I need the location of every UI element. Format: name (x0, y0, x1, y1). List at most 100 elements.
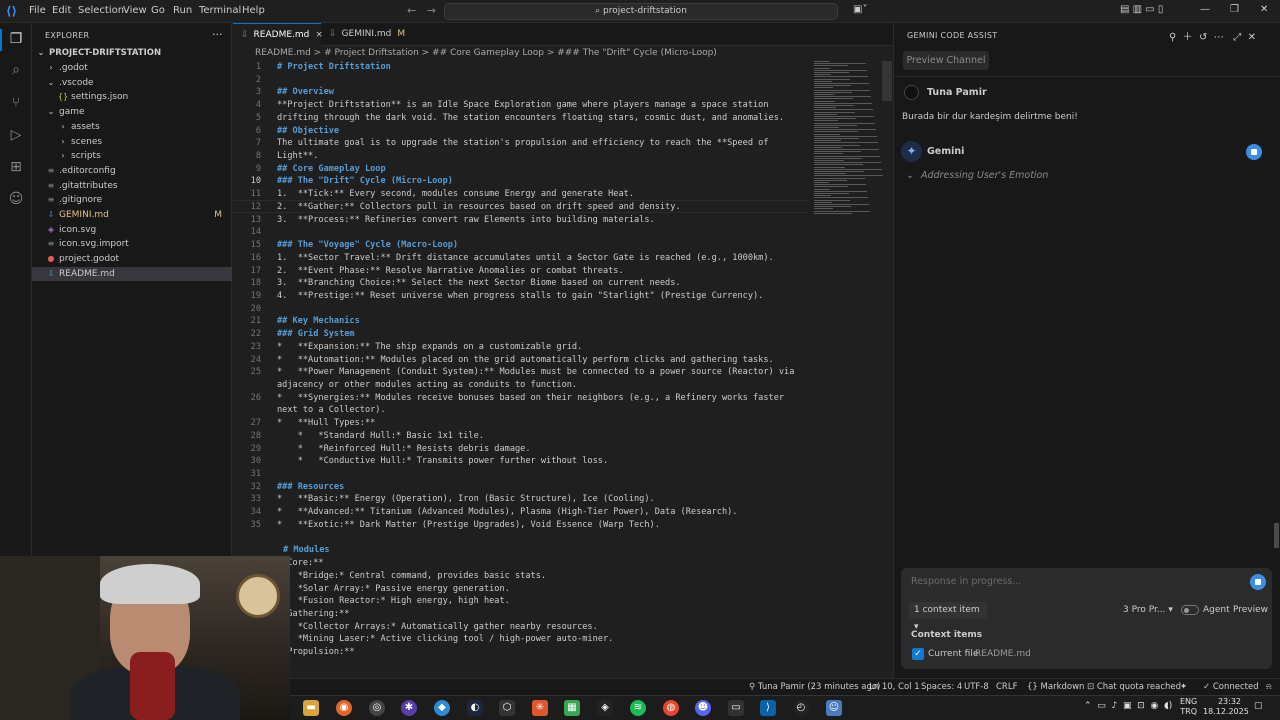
tree-item[interactable]: {} settings.json (32, 90, 232, 105)
quota-status[interactable]: ⊡ Chat quota reached (1087, 682, 1181, 692)
context-items-dropdown[interactable]: 1 context item ▾ (909, 602, 987, 632)
tree-item[interactable]: ⌄ game (32, 105, 232, 120)
github-icon[interactable]: ◎ (369, 700, 385, 716)
line-ending[interactable]: CRLF (996, 682, 1017, 692)
godot-taskbar-icon[interactable]: ☺ (826, 700, 842, 716)
figma-icon[interactable]: ◈ (597, 700, 613, 716)
menu-go[interactable]: Go (151, 5, 165, 16)
line-number: 4 (255, 100, 261, 111)
menu-run[interactable]: Run (173, 5, 192, 16)
editor-scrollbar[interactable] (882, 61, 892, 101)
current-file-label: Current file (928, 649, 979, 659)
gemini-panel-actions[interactable]: ⚲ ＋ ↺ ⋯ ⤢ ✕ (1169, 28, 1256, 43)
tree-item[interactable]: ≡ .editorconfig (32, 164, 232, 179)
menu-selection[interactable]: Selection (78, 5, 124, 16)
unity-icon[interactable]: ⬡ (499, 700, 515, 716)
notification-center-icon[interactable]: ▢ (1254, 701, 1263, 711)
tree-item[interactable]: ≡ icon.svg.import (32, 237, 232, 252)
thinking-label: Addressing User's Emotion (920, 170, 1049, 181)
nav-arrows[interactable]: ← → (407, 4, 436, 17)
menu-edit[interactable]: Edit (52, 5, 71, 16)
clock-app-icon[interactable]: ◴ (793, 700, 809, 716)
search-icon[interactable]: ⌕ (6, 60, 26, 80)
code-editor[interactable]: 1 # Project Driftstation 2 3 ## Overview 4 **P… (233, 61, 808, 695)
indentation[interactable]: Spaces: 4 (921, 682, 962, 692)
tree-item[interactable]: ⇩ GEMINI.md M (32, 208, 232, 223)
maximize-icon[interactable]: ❐ (1230, 4, 1239, 15)
cursor-position[interactable]: Ln 10, Col 1 (869, 682, 920, 692)
line-number: 6 (255, 125, 261, 136)
steam-icon[interactable]: ◐ (467, 700, 483, 716)
minimap[interactable] (808, 61, 893, 221)
tree-item-label: .editorconfig (59, 165, 116, 176)
minimap-line (814, 166, 845, 168)
stop-icon[interactable] (1246, 144, 1262, 160)
preview-label[interactable]: Preview (1233, 605, 1268, 615)
line-number: 23 (250, 341, 261, 352)
git-blame[interactable]: ⚲ Tuna Pamir (23 minutes ago) (749, 682, 880, 692)
extensions-icon[interactable]: ⊞ (6, 157, 26, 177)
run-debug-icon[interactable]: ▷ (6, 125, 26, 145)
connection-status[interactable]: ✓ Connected (1203, 682, 1259, 692)
sparkle-icon[interactable]: ✦ (1180, 682, 1187, 692)
chrome-icon[interactable]: ◍ (663, 700, 679, 716)
store-icon[interactable]: ▦ (564, 700, 580, 716)
tray-icons[interactable]: ⌃ ▭ ♪ ▣ ⊡ ◉ ◖) (1084, 701, 1172, 711)
menu-view[interactable]: View (123, 5, 147, 16)
notifications-icon[interactable]: ⍾ (1266, 682, 1272, 692)
minimap-line (814, 113, 837, 115)
language-indicator[interactable]: ENG TRQ (1180, 697, 1197, 717)
tree-item[interactable]: ≡ .gitattributes (32, 179, 232, 194)
chat-scrollbar[interactable] (1274, 523, 1279, 548)
breadcrumb[interactable]: README.md > # Project Driftstation > ## … (233, 46, 808, 61)
tree-item[interactable]: › .godot (32, 61, 232, 76)
discord-icon[interactable]: ☻ (695, 700, 711, 716)
preview-channel-button[interactable]: Preview Channel (903, 51, 989, 70)
command-center-search[interactable]: ⌕ project-driftstation (444, 3, 838, 20)
language-mode[interactable]: {} Markdown (1027, 682, 1084, 692)
encoding[interactable]: UTF-8 (964, 682, 989, 692)
slack-icon[interactable]: ✱ (401, 700, 417, 716)
tree-item[interactable]: › scripts (32, 149, 232, 164)
tab-readme[interactable]: ⇩ README.md × (233, 23, 323, 46)
source-control-icon[interactable]: ⑂ (6, 93, 26, 113)
minimap-line (814, 127, 839, 128)
app-icon[interactable]: ◆ (434, 700, 450, 716)
copilot-icon[interactable]: ▣˅ (853, 4, 867, 15)
godot-icon[interactable]: ☺ (6, 189, 26, 209)
tree-item[interactable]: ● project.godot (32, 252, 232, 267)
workspace-root[interactable]: ⌄ PROJECT-DRIFTSTATION (32, 46, 232, 61)
tree-item[interactable]: › scenes (32, 135, 232, 150)
more-icon[interactable]: ··· (212, 28, 223, 41)
terminal-icon[interactable]: ▭ (728, 700, 744, 716)
tree-item[interactable]: ⌄ .vscode (32, 76, 232, 91)
file-explorer-icon[interactable]: ▬ (303, 700, 319, 716)
agent-toggle[interactable] (1181, 605, 1199, 615)
explorer-icon[interactable]: ❐ (6, 29, 26, 49)
code-line: * **Basic:** Energy (Operation), Iron (B… (277, 494, 655, 505)
close-window-icon[interactable]: ✕ (1260, 4, 1268, 15)
thinking-toggle[interactable]: ⌄ Addressing User's Emotion (906, 170, 1048, 181)
claude-icon[interactable]: ✳ (532, 700, 548, 716)
menu-terminal[interactable]: Terminal (199, 5, 241, 16)
spotify-icon[interactable]: ≋ (630, 700, 646, 716)
vscode-taskbar-icon[interactable]: ⟩ (760, 700, 776, 716)
tree-item-label: scenes (71, 136, 103, 147)
tab-gemini[interactable]: ⇩ GEMINI.md M (321, 23, 409, 46)
menu-file[interactable]: File (29, 5, 46, 16)
tree-item[interactable]: ⇩ README.md (32, 266, 232, 282)
firefox-icon[interactable]: ◉ (336, 700, 352, 716)
minimize-icon[interactable]: — (1200, 4, 1210, 15)
model-selector[interactable]: 3 Pro Pr... ▾ (1123, 605, 1173, 615)
chat-input[interactable]: Response in progress... (911, 576, 1021, 587)
tree-item-label: README.md (59, 268, 115, 279)
stop-icon[interactable] (1250, 574, 1266, 590)
checkbox-icon[interactable]: ✓ (912, 648, 924, 660)
tree-item[interactable]: ≡ .gitignore (32, 193, 232, 208)
tree-item[interactable]: › assets (32, 120, 232, 135)
chat-input-box[interactable]: Response in progress... 1 context item ▾… (901, 568, 1272, 669)
tree-item[interactable]: ◈ icon.svg (32, 223, 232, 238)
layout-icon[interactable]: ▤ ▥ ▭ ▯ (1120, 4, 1163, 15)
menu-help[interactable]: Help (242, 5, 265, 16)
clock[interactable]: 23:32 18.12.2025 (1203, 697, 1249, 717)
